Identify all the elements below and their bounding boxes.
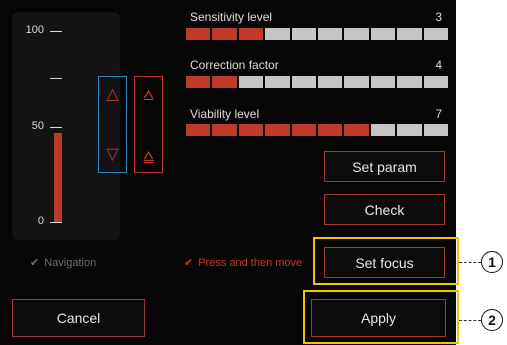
meter-segment — [238, 124, 264, 136]
set-focus-highlight — [313, 237, 459, 285]
sensitivity-level-value: 3 — [435, 10, 442, 24]
meter-segment — [370, 28, 396, 40]
single-down-arrow-icon[interactable]: ▽ — [99, 147, 126, 163]
callout-1-leader — [459, 262, 481, 263]
double-step-arrows: ⩟ ⩠ — [134, 76, 163, 173]
viability-level-meter[interactable] — [186, 124, 449, 136]
meter-segment — [423, 124, 449, 136]
gauge-tick-mark-50 — [50, 127, 62, 128]
meter-segment — [318, 28, 343, 40]
set-param-button[interactable]: Set param — [324, 151, 445, 182]
callout-1-marker: 1 — [481, 251, 503, 273]
meter-segment — [291, 124, 317, 136]
navigation-status: ✔ Navigation — [30, 256, 97, 270]
sensitivity-level-meter[interactable] — [186, 28, 449, 40]
navigation-label: Navigation — [44, 256, 97, 269]
meter-segment — [397, 28, 422, 40]
correction-factor-meter[interactable] — [186, 76, 449, 88]
correction-factor-value: 4 — [435, 58, 442, 72]
meter-segment — [344, 76, 369, 88]
meter-segment — [186, 76, 211, 88]
meter-segment — [344, 28, 369, 40]
viability-level-label: Viability level — [190, 107, 260, 121]
meter-segment — [212, 28, 237, 40]
single-step-arrows: △ ▽ — [98, 76, 127, 173]
meter-segment — [186, 28, 211, 40]
apply-highlight — [303, 290, 459, 344]
press-move-label: Press and then move — [198, 256, 303, 269]
gauge-tick-mark-0 — [50, 222, 62, 223]
check-icon: ✔ — [30, 257, 40, 269]
double-down-arrow-icon[interactable]: ⩠ — [135, 147, 162, 165]
press-move-status: ✔ Press and then move — [184, 256, 303, 270]
check-button[interactable]: Check — [324, 194, 445, 225]
meter-segment — [344, 124, 369, 136]
meter-segment — [212, 76, 237, 88]
meter-segment — [265, 28, 290, 40]
check-icon: ✔ — [184, 257, 194, 269]
gauge-tick-mark-100 — [50, 31, 62, 32]
gauge-tick-mark-75 — [50, 78, 62, 79]
meter-segment — [423, 28, 449, 40]
viability-level-value: 7 — [435, 107, 442, 121]
sensitivity-level-label: Sensitivity level — [190, 10, 273, 24]
meter-segment — [212, 124, 237, 136]
gauge-tick-0: 0 — [37, 215, 44, 227]
double-up-arrow-icon[interactable]: ⩟ — [135, 85, 162, 103]
correction-factor-label: Correction factor — [190, 58, 279, 72]
meter-segment — [423, 76, 449, 88]
gauge-tick-100: 100 — [25, 24, 44, 36]
meter-segment — [291, 28, 317, 40]
meter-segment — [238, 76, 264, 88]
cancel-button[interactable]: Cancel — [12, 299, 145, 337]
meter-segment — [318, 76, 343, 88]
meter-segment — [265, 76, 290, 88]
meter-segment — [397, 76, 422, 88]
meter-segment — [370, 76, 396, 88]
meter-segment — [370, 124, 396, 136]
callout-2-leader — [459, 320, 481, 321]
single-up-arrow-icon[interactable]: △ — [99, 87, 126, 103]
meter-segment — [397, 124, 422, 136]
meter-segment — [186, 124, 211, 136]
gauge-level-bar — [54, 133, 62, 222]
meter-segment — [291, 76, 317, 88]
meter-segment — [238, 28, 264, 40]
meter-segment — [318, 124, 343, 136]
callout-2-marker: 2 — [481, 309, 503, 331]
gauge-tick-50: 50 — [31, 120, 44, 132]
meter-segment — [265, 124, 290, 136]
